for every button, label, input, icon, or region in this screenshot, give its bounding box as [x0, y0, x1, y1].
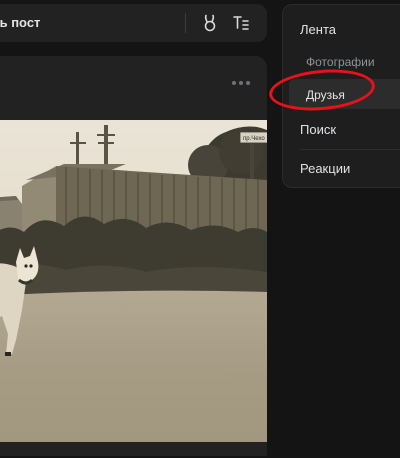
street-sign-text: пр.Чехо	[243, 136, 265, 142]
post-footer	[0, 442, 267, 456]
composer-divider	[185, 13, 186, 33]
nav-item-feed[interactable]: Лента	[300, 22, 336, 37]
nav-item-photos[interactable]: Фотографии	[306, 55, 375, 69]
bunny-ears-icon[interactable]	[200, 13, 220, 33]
composer-placeholder[interactable]: ать пост	[0, 15, 40, 30]
post-photo[interactable]: пр.Чехо	[0, 120, 267, 442]
text-format-icon[interactable]	[231, 13, 251, 33]
nav-divider	[300, 149, 400, 150]
nav-item-search[interactable]: Поиск	[300, 122, 336, 137]
screen: ать пост	[0, 0, 400, 458]
more-horizontal-icon[interactable]	[230, 78, 252, 88]
post-composer[interactable]: ать пост	[0, 4, 267, 42]
post-card: пр.Чехо	[0, 56, 267, 456]
nav-item-reactions[interactable]: Реакции	[300, 161, 350, 176]
